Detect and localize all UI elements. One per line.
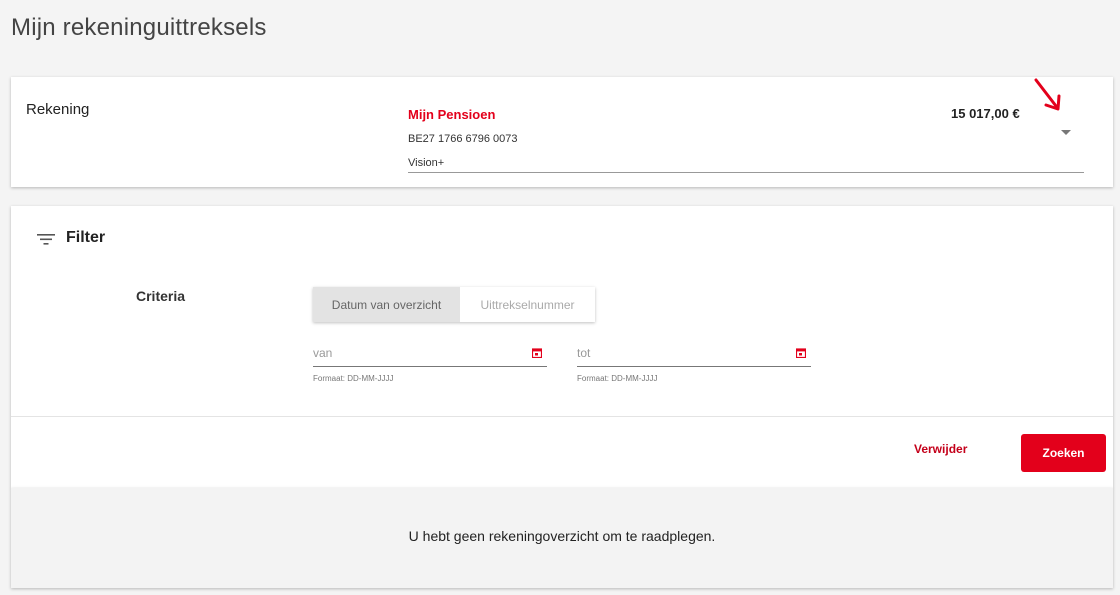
remove-button[interactable]: Verwijder (914, 442, 967, 456)
empty-result-message: U hebt geen rekeningoverzicht om te raad… (408, 528, 716, 544)
filter-icon[interactable] (37, 232, 55, 246)
filter-divider (11, 416, 1113, 417)
date-from-field[interactable]: van (313, 343, 547, 367)
date-to-field[interactable]: tot (577, 343, 811, 367)
date-from-placeholder: van (313, 346, 333, 360)
filter-card: Filter Criteria Datum van overzicht Uitt… (11, 206, 1113, 488)
search-button[interactable]: Zoeken (1021, 434, 1106, 472)
account-underline (408, 172, 1084, 173)
criteria-label: Criteria (136, 288, 186, 304)
date-to-placeholder: tot (577, 346, 591, 360)
account-balance: 15 017,00 € (951, 106, 1020, 121)
calendar-icon[interactable] (796, 348, 806, 358)
account-type: Vision+ (408, 157, 445, 169)
account-iban: BE27 1766 6796 0073 (408, 133, 518, 145)
page-title: Mijn rekeninguittreksels (11, 14, 267, 41)
account-label: Rekening (26, 101, 90, 118)
account-name: Mijn Pensioen (408, 107, 496, 122)
calendar-icon[interactable] (532, 348, 542, 358)
result-card: U hebt geen rekeningoverzicht om te raad… (11, 488, 1113, 588)
criteria-toggle: Datum van overzicht Uittrekselnummer (313, 287, 595, 322)
date-to-hint: Formaat: DD-MM-JJJJ (577, 374, 658, 383)
account-selector-card[interactable]: Rekening Mijn Pensioen BE27 1766 6796 00… (11, 77, 1113, 187)
tab-datum-van-overzicht[interactable]: Datum van overzicht (313, 287, 460, 322)
chevron-down-icon[interactable] (1059, 124, 1073, 135)
tab-uittrekselnummer[interactable]: Uittrekselnummer (460, 287, 595, 322)
date-from-hint: Formaat: DD-MM-JJJJ (313, 374, 394, 383)
filter-title[interactable]: Filter (66, 229, 105, 247)
annotation-arrow-icon (1034, 78, 1061, 111)
